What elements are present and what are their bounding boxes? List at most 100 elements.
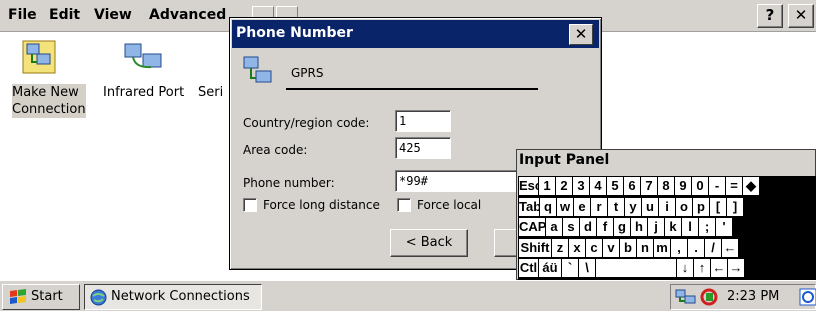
key[interactable]: n: [637, 238, 653, 257]
key[interactable]: o: [676, 197, 692, 216]
key[interactable]: u: [642, 197, 658, 216]
key[interactable]: 6: [624, 177, 640, 195]
key[interactable]: ↑: [694, 259, 710, 277]
make-new-connection-icon[interactable]: [22, 40, 56, 74]
key[interactable]: ;: [699, 218, 715, 236]
key[interactable]: Ctl: [519, 259, 538, 277]
connection-icon: [241, 54, 275, 92]
key[interactable]: k: [665, 218, 681, 236]
key[interactable]: s: [563, 218, 579, 236]
key[interactable]: t: [608, 197, 624, 216]
key[interactable]: -: [709, 177, 725, 195]
key[interactable]: \: [579, 259, 595, 277]
area-code-input[interactable]: 425: [395, 137, 451, 159]
serial-label[interactable]: Seri: [198, 84, 223, 101]
make-new-connection-label[interactable]: Make New Connection: [12, 84, 86, 118]
sync-status-icon[interactable]: [698, 288, 720, 310]
infrared-port-icon[interactable]: [121, 40, 165, 74]
back-button[interactable]: < Back: [390, 229, 468, 257]
key[interactable]: 8: [658, 177, 674, 195]
key[interactable]: a: [546, 218, 562, 236]
key[interactable]: j: [648, 218, 664, 236]
key[interactable]: ': [716, 218, 732, 236]
menu-edit[interactable]: Edit: [49, 7, 80, 23]
menu-view[interactable]: View: [94, 7, 132, 23]
country-code-input[interactable]: 1: [395, 110, 451, 132]
key[interactable]: r: [591, 197, 607, 216]
key[interactable]: CAP: [519, 218, 546, 236]
task-network-connections[interactable]: Network Connections: [84, 284, 262, 310]
key-space[interactable]: [596, 259, 676, 277]
menu-advanced[interactable]: Advanced: [149, 7, 226, 23]
key[interactable]: q: [540, 197, 556, 216]
key[interactable]: h: [631, 218, 647, 236]
key[interactable]: [: [710, 197, 726, 216]
key[interactable]: z: [552, 238, 568, 257]
key[interactable]: 7: [641, 177, 657, 195]
key[interactable]: Tab: [519, 197, 541, 216]
input-panel: Input Panel Esc 1 2 3 4 5 6 7 8 9 0- = ◆ Tab q w e r t y u i o…: [516, 149, 816, 280]
app-close-button[interactable]: ✕: [788, 4, 814, 28]
key[interactable]: Esc: [519, 177, 542, 195]
key[interactable]: ]: [727, 197, 743, 216]
key[interactable]: áü: [539, 259, 561, 277]
key[interactable]: b: [620, 238, 636, 257]
key[interactable]: →: [728, 259, 744, 277]
input-panel-title: Input Panel: [519, 152, 610, 168]
country-code-label: Country/region code:: [243, 116, 370, 130]
network-connections-icon: [90, 289, 107, 314]
key[interactable]: e: [574, 197, 590, 216]
windows-flag-icon: [9, 289, 27, 313]
key[interactable]: f: [597, 218, 613, 236]
force-long-distance-checkbox[interactable]: [243, 198, 257, 212]
phone-number-input[interactable]: *99#: [395, 170, 525, 192]
network-status-icon[interactable]: [675, 288, 697, 310]
key[interactable]: c: [586, 238, 602, 257]
key[interactable]: 1: [539, 177, 555, 195]
key[interactable]: g: [614, 218, 630, 236]
force-long-distance-label[interactable]: Force long distance: [263, 198, 380, 212]
desktop-icon[interactable]: [799, 288, 816, 310]
key[interactable]: d: [580, 218, 596, 236]
key[interactable]: 2: [556, 177, 572, 195]
key[interactable]: `: [562, 259, 578, 277]
key[interactable]: 4: [590, 177, 606, 195]
key[interactable]: .: [688, 238, 704, 257]
dialog-close-button[interactable]: ✕: [569, 24, 593, 45]
start-button[interactable]: Start: [2, 284, 80, 310]
key[interactable]: v: [603, 238, 619, 257]
menu-file[interactable]: File: [8, 7, 37, 23]
key[interactable]: ←: [711, 259, 727, 277]
key[interactable]: 3: [573, 177, 589, 195]
key[interactable]: y: [625, 197, 641, 216]
dialog-title-bar[interactable]: Phone Number ✕: [232, 20, 599, 48]
key[interactable]: ◆: [743, 177, 759, 195]
taskbar: Start Network Connections 2:23 PM: [0, 280, 816, 311]
key[interactable]: x: [569, 238, 585, 257]
key[interactable]: w: [557, 197, 573, 216]
start-label: Start: [31, 289, 63, 304]
dialog-title: Phone Number: [236, 25, 353, 41]
clock[interactable]: 2:23 PM: [727, 289, 779, 304]
soft-keyboard: Esc 1 2 3 4 5 6 7 8 9 0- = ◆ Tab q w e r t y u i o p[] CAP a s d f g h…: [518, 176, 816, 280]
force-local-checkbox[interactable]: [397, 198, 411, 212]
task-label: Network Connections: [111, 289, 250, 304]
separator-line: [286, 88, 538, 90]
key[interactable]: 0: [692, 177, 708, 195]
key[interactable]: =: [726, 177, 742, 195]
key[interactable]: 5: [607, 177, 623, 195]
help-button[interactable]: ?: [757, 4, 783, 28]
key[interactable]: 9: [675, 177, 691, 195]
force-local-label[interactable]: Force local: [417, 198, 481, 212]
key[interactable]: ←: [722, 238, 738, 257]
key[interactable]: i: [659, 197, 675, 216]
infrared-port-label[interactable]: Infrared Port: [103, 84, 184, 101]
key[interactable]: m: [654, 238, 670, 257]
key[interactable]: l: [682, 218, 698, 236]
key[interactable]: /: [705, 238, 721, 257]
key[interactable]: p: [693, 197, 709, 216]
key[interactable]: ↓: [677, 259, 693, 277]
system-tray: 2:23 PM: [670, 284, 816, 310]
key[interactable]: ,: [671, 238, 687, 257]
key[interactable]: Shift: [519, 238, 551, 257]
